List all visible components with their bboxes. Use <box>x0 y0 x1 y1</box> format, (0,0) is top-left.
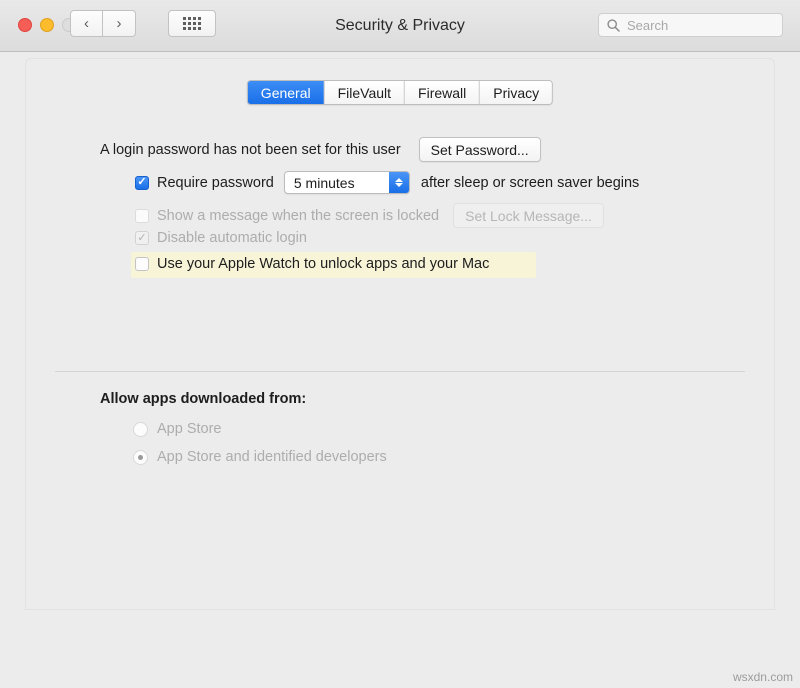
chevron-down-icon <box>395 183 403 187</box>
checkmark-icon: ✓ <box>137 177 146 188</box>
set-lock-message-button: Set Lock Message... <box>453 203 604 228</box>
disable-automatic-login-label: Disable automatic login <box>157 230 307 246</box>
gatekeeper-heading: Allow apps downloaded from: <box>100 391 306 407</box>
window-titlebar: ‹ › Security & Privacy Search <box>0 0 800 52</box>
login-password-status-label: A login password has not been set for th… <box>100 142 401 158</box>
disable-automatic-login-row: ✓ Disable automatic login <box>135 230 307 246</box>
section-divider <box>55 371 745 372</box>
radio-app-store-and-identified-developers-label: App Store and identified developers <box>157 449 387 465</box>
chevron-up-icon <box>395 178 403 182</box>
traffic-light-group <box>18 18 76 32</box>
forward-button[interactable]: › <box>103 10 136 37</box>
radio-selected-dot-icon <box>138 455 143 460</box>
close-window-button[interactable] <box>18 18 32 32</box>
show-all-button[interactable] <box>168 10 216 37</box>
tab-general[interactable]: General <box>248 81 325 104</box>
gatekeeper-option-identified-developers: App Store and identified developers <box>133 449 387 465</box>
navigation-button-group: ‹ › <box>70 10 136 37</box>
require-password-interval-popup[interactable]: 5 minutes <box>284 171 410 194</box>
tab-filevault[interactable]: FileVault <box>325 81 405 104</box>
show-lock-message-label: Show a message when the screen is locked <box>157 208 439 224</box>
require-password-row: ✓ Require password 5 minutes after sleep… <box>135 171 639 194</box>
back-button[interactable]: ‹ <box>70 10 103 37</box>
require-password-checkbox[interactable]: ✓ <box>135 176 149 190</box>
security-privacy-window: ‹ › Security & Privacy Search Gen <box>0 0 800 688</box>
search-placeholder: Search <box>627 18 668 33</box>
minimize-window-button[interactable] <box>40 18 54 32</box>
login-password-status-row: A login password has not been set for th… <box>100 137 541 162</box>
show-lock-message-row: Show a message when the screen is locked… <box>135 203 604 228</box>
radio-app-store <box>133 422 148 437</box>
watermark-text: wsxdn.com <box>733 670 793 684</box>
require-password-label: Require password <box>157 175 274 191</box>
apple-watch-unlock-label: Use your Apple Watch to unlock apps and … <box>157 256 489 272</box>
disable-automatic-login-checkbox: ✓ <box>135 231 149 245</box>
gatekeeper-heading-row: Allow apps downloaded from: <box>100 391 306 407</box>
radio-app-store-and-identified-developers <box>133 450 148 465</box>
radio-app-store-label: App Store <box>157 421 222 437</box>
apple-watch-unlock-row[interactable]: Use your Apple Watch to unlock apps and … <box>135 256 489 272</box>
preferences-content-panel: General FileVault Firewall Privacy A log… <box>25 58 775 610</box>
search-icon <box>607 19 620 32</box>
tab-firewall[interactable]: Firewall <box>405 81 480 104</box>
require-password-suffix-label: after sleep or screen saver begins <box>421 175 639 191</box>
tab-bar: General FileVault Firewall Privacy <box>247 80 553 105</box>
chevron-right-icon: › <box>117 16 122 31</box>
gatekeeper-option-app-store: App Store <box>133 421 222 437</box>
apple-watch-unlock-checkbox[interactable] <box>135 257 149 271</box>
checkmark-icon: ✓ <box>137 233 146 244</box>
interval-stepper[interactable] <box>389 172 409 193</box>
show-lock-message-checkbox <box>135 209 149 223</box>
grid-dots-icon <box>183 17 201 30</box>
chevron-left-icon: ‹ <box>84 16 89 31</box>
window-bottom-bar: Click the lock to make changes. Advanced… <box>0 610 800 688</box>
set-password-button[interactable]: Set Password... <box>419 137 541 162</box>
search-field[interactable]: Search <box>598 13 783 37</box>
require-password-interval-value: 5 minutes <box>285 175 389 191</box>
tab-privacy[interactable]: Privacy <box>480 81 552 104</box>
